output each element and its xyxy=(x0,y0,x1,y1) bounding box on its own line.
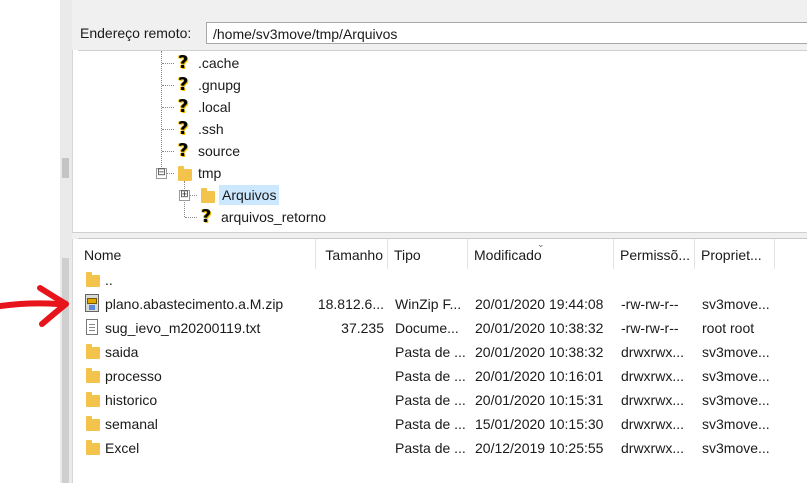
file-permissions: drwxrwx... xyxy=(621,368,684,384)
question-icon: ? xyxy=(201,206,212,227)
column-header-owner[interactable]: Propriet... xyxy=(695,239,775,269)
folder-row[interactable]: semanal Pasta de ... 15/01/2020 10:15:30… xyxy=(78,412,807,436)
remote-directory-tree: ? .cache ? .gnupg ? .local ? .ssh ? sour… xyxy=(78,50,807,233)
sort-indicator-icon: ⌄ xyxy=(537,239,545,249)
tree-item-label: arquivos_retorno xyxy=(221,209,327,225)
remote-file-list: Nome Tamanho Tipo Modificado ⌄ Permissõ.… xyxy=(78,238,807,484)
tree-line xyxy=(162,107,174,108)
folder-icon xyxy=(86,272,100,287)
tree-item-label: .ssh xyxy=(198,121,224,137)
folder-icon xyxy=(86,416,100,431)
file-permissions: drwxrwx... xyxy=(621,392,684,408)
question-icon: ? xyxy=(178,118,189,139)
folder-icon xyxy=(86,368,100,383)
file-modified: 15/01/2020 10:15:30 xyxy=(475,416,604,432)
left-scroll-thumb[interactable] xyxy=(62,158,69,178)
folder-icon xyxy=(86,440,100,455)
file-name: historico xyxy=(105,392,158,408)
file-modified: 20/01/2020 10:15:31 xyxy=(475,392,604,408)
file-row[interactable]: plano.abastecimento.a.M.zip 18.812.6... … xyxy=(78,292,807,316)
tree-item-label: .local xyxy=(198,99,231,115)
file-permissions: -rw-rw-r-- xyxy=(621,320,679,336)
file-modified: 20/01/2020 10:38:32 xyxy=(475,320,604,336)
folder-icon xyxy=(201,188,215,203)
text-file-icon xyxy=(86,319,98,335)
tree-item-label: .gnupg xyxy=(198,77,241,93)
file-type: Pasta de ... xyxy=(395,440,466,456)
file-owner: root root xyxy=(702,320,755,336)
tree-line xyxy=(162,85,174,86)
tree-line xyxy=(162,63,174,64)
tree-item-label: Arquivos xyxy=(219,185,280,205)
file-permissions: drwxrwx... xyxy=(621,416,684,432)
folder-row[interactable]: historico Pasta de ... 20/01/2020 10:15:… xyxy=(78,388,807,412)
column-header-type[interactable]: Tipo xyxy=(388,239,468,269)
file-modified: 20/01/2020 10:16:01 xyxy=(475,368,604,384)
tree-line xyxy=(162,129,174,130)
file-modified: 20/12/2019 10:25:55 xyxy=(475,440,604,456)
question-icon: ? xyxy=(178,140,189,161)
file-owner: sv3move... xyxy=(702,416,770,432)
question-icon: ? xyxy=(178,74,189,95)
file-row[interactable]: sug_ievo_m20200119.txt 37.235 Docume... … xyxy=(78,316,807,340)
file-size: 37.235 xyxy=(341,320,384,336)
tree-line xyxy=(166,173,174,174)
file-name: sug_ievo_m20200119.txt xyxy=(105,320,261,336)
file-owner: sv3move... xyxy=(702,392,770,408)
folder-row[interactable]: Excel Pasta de ... 20/12/2019 10:25:55 d… xyxy=(78,436,807,460)
folder-icon xyxy=(86,344,100,359)
toolbar-gap xyxy=(72,0,807,16)
tree-item-label: .cache xyxy=(198,55,240,71)
file-modified: 20/01/2020 19:44:08 xyxy=(475,296,604,312)
folder-icon xyxy=(178,166,192,181)
file-permissions: drwxrwx... xyxy=(621,344,684,360)
file-list-header: Nome Tamanho Tipo Modificado ⌄ Permissõ.… xyxy=(78,239,807,269)
file-modified: 20/01/2020 10:38:32 xyxy=(475,344,604,360)
file-owner: sv3move... xyxy=(702,368,770,384)
address-label: Endereço remoto: xyxy=(80,25,192,41)
file-type: Pasta de ... xyxy=(395,392,466,408)
file-type: Pasta de ... xyxy=(395,368,466,384)
file-type: Pasta de ... xyxy=(395,344,466,360)
red-annotation-arrow-icon xyxy=(0,285,69,327)
tree-line xyxy=(162,151,174,152)
file-type: Pasta de ... xyxy=(395,416,466,432)
column-header-permissions[interactable]: Permissõ... xyxy=(614,239,695,269)
tree-item-label: source xyxy=(198,143,241,159)
remote-address-bar: Endereço remoto: /home/sv3move/tmp/Arqui… xyxy=(72,16,807,50)
file-name: semanal xyxy=(105,416,158,432)
folder-row[interactable]: processo Pasta de ... 20/01/2020 10:16:0… xyxy=(78,364,807,388)
folder-icon xyxy=(86,392,100,407)
tree-line xyxy=(185,217,197,218)
file-owner: sv3move... xyxy=(702,296,770,312)
file-type: Docume... xyxy=(395,320,459,336)
file-type: WinZip F... xyxy=(395,296,462,312)
remote-path-input[interactable]: /home/sv3move/tmp/Arquivos xyxy=(206,22,807,44)
left-pane xyxy=(0,0,64,483)
folder-row[interactable]: saida Pasta de ... 20/01/2020 10:38:32 d… xyxy=(78,340,807,364)
file-name: processo xyxy=(105,368,162,384)
collapse-toggle-tmp[interactable]: ⊟ xyxy=(156,168,167,179)
file-owner: sv3move... xyxy=(702,344,770,360)
file-name: Excel xyxy=(105,440,140,456)
file-owner: sv3move... xyxy=(702,440,770,456)
tree-item-label: tmp xyxy=(198,165,222,181)
file-permissions: -rw-rw-r-- xyxy=(621,296,679,312)
file-permissions: drwxrwx... xyxy=(621,440,684,456)
tree-line xyxy=(161,51,162,173)
file-row-parent[interactable]: .. xyxy=(78,268,807,292)
column-header-name[interactable]: Nome xyxy=(78,239,316,269)
zip-archive-icon xyxy=(85,294,99,312)
file-name: .. xyxy=(105,272,113,288)
column-header-size[interactable]: Tamanho xyxy=(316,239,388,269)
question-icon: ? xyxy=(178,52,189,73)
tree-line xyxy=(189,195,197,196)
file-size: 18.812.6... xyxy=(317,296,384,312)
question-icon: ? xyxy=(178,96,189,117)
file-name: saida xyxy=(105,344,139,360)
expand-toggle-arquivos[interactable]: ⊞ xyxy=(179,190,190,201)
file-name: plano.abastecimento.a.M.zip xyxy=(105,296,284,312)
